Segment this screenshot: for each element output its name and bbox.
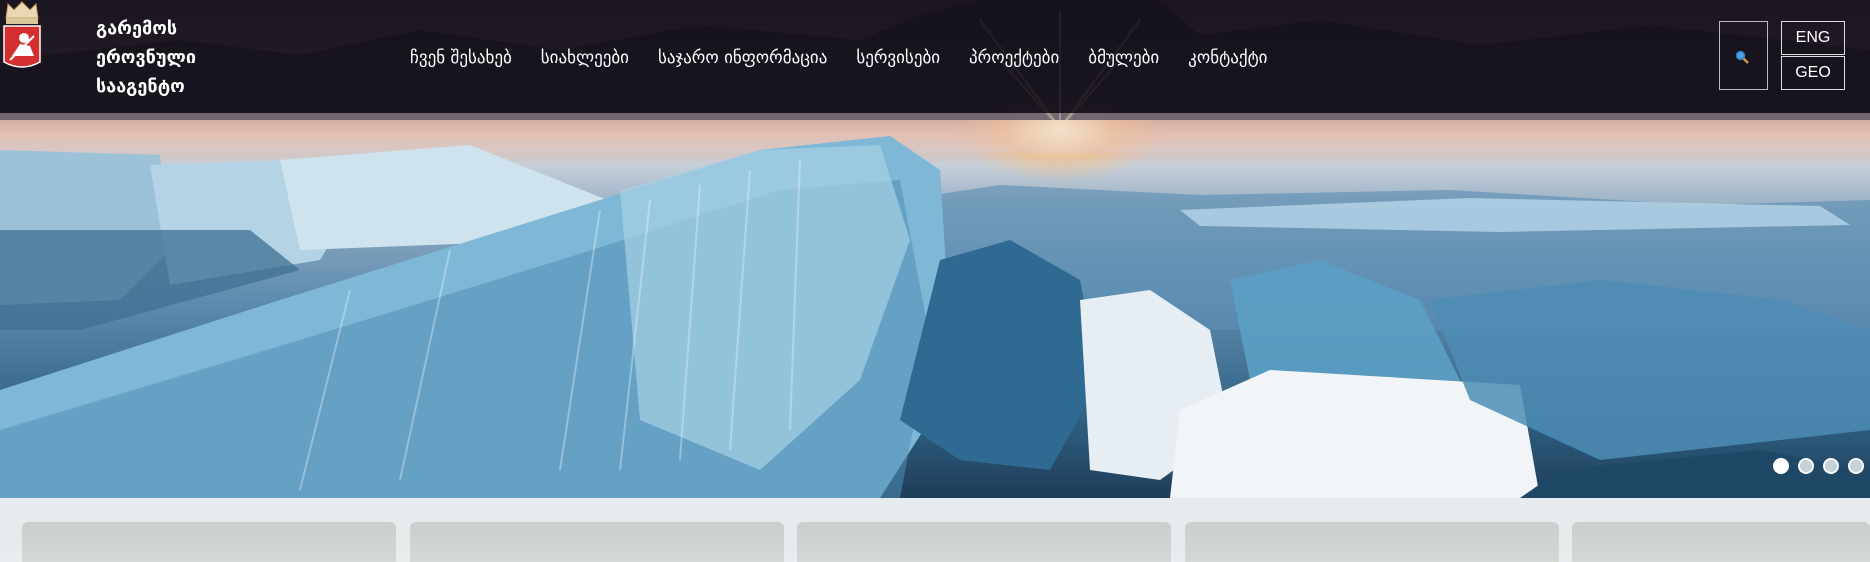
agency-name-line-1: გარემოს	[96, 18, 178, 39]
search-button[interactable]	[1719, 21, 1768, 90]
search-icon	[1735, 50, 1749, 64]
slider-dot-3[interactable]	[1823, 458, 1839, 474]
hero-slider: გარემოს ეროვნული სააგენტო ჩვენ შესახებ ს…	[0, 0, 1870, 498]
cards-row	[0, 498, 1870, 562]
lang-eng-button[interactable]: ENG	[1781, 21, 1845, 55]
nav-item-contact[interactable]: კონტაქტი	[1188, 44, 1267, 72]
card-3[interactable]	[797, 522, 1171, 562]
card-1[interactable]	[22, 522, 396, 562]
nav-item-projects[interactable]: პროექტები	[969, 44, 1059, 72]
coat-of-arms-icon[interactable]	[0, 0, 44, 73]
slider-dot-1[interactable]	[1773, 458, 1789, 474]
card-5[interactable]	[1572, 522, 1870, 562]
slider-dots	[1773, 458, 1864, 474]
card-2[interactable]	[410, 522, 784, 562]
card-4[interactable]	[1185, 522, 1559, 562]
agency-name-line-2: ეროვნული	[96, 47, 196, 68]
slider-dot-2[interactable]	[1798, 458, 1814, 474]
nav-item-links[interactable]: ბმულები	[1088, 44, 1159, 72]
nav-item-public-info[interactable]: საჯარო ინფორმაცია	[658, 44, 827, 72]
agency-name-line-3: სააგენტო	[96, 76, 185, 97]
main-nav: ჩვენ შესახებ სიახლეები საჯარო ინფორმაცია…	[410, 44, 1297, 72]
site-header: გარემოს ეროვნული სააგენტო ჩვენ შესახებ ს…	[0, 0, 1870, 113]
lang-geo-button[interactable]: GEO	[1781, 56, 1845, 90]
nav-item-about[interactable]: ჩვენ შესახებ	[410, 44, 512, 72]
nav-item-services[interactable]: სერვისები	[856, 44, 940, 72]
nav-item-news[interactable]: სიახლეები	[541, 44, 629, 72]
agency-name[interactable]: გარემოს ეროვნული სააგენტო	[96, 14, 196, 101]
slider-dot-4[interactable]	[1848, 458, 1864, 474]
